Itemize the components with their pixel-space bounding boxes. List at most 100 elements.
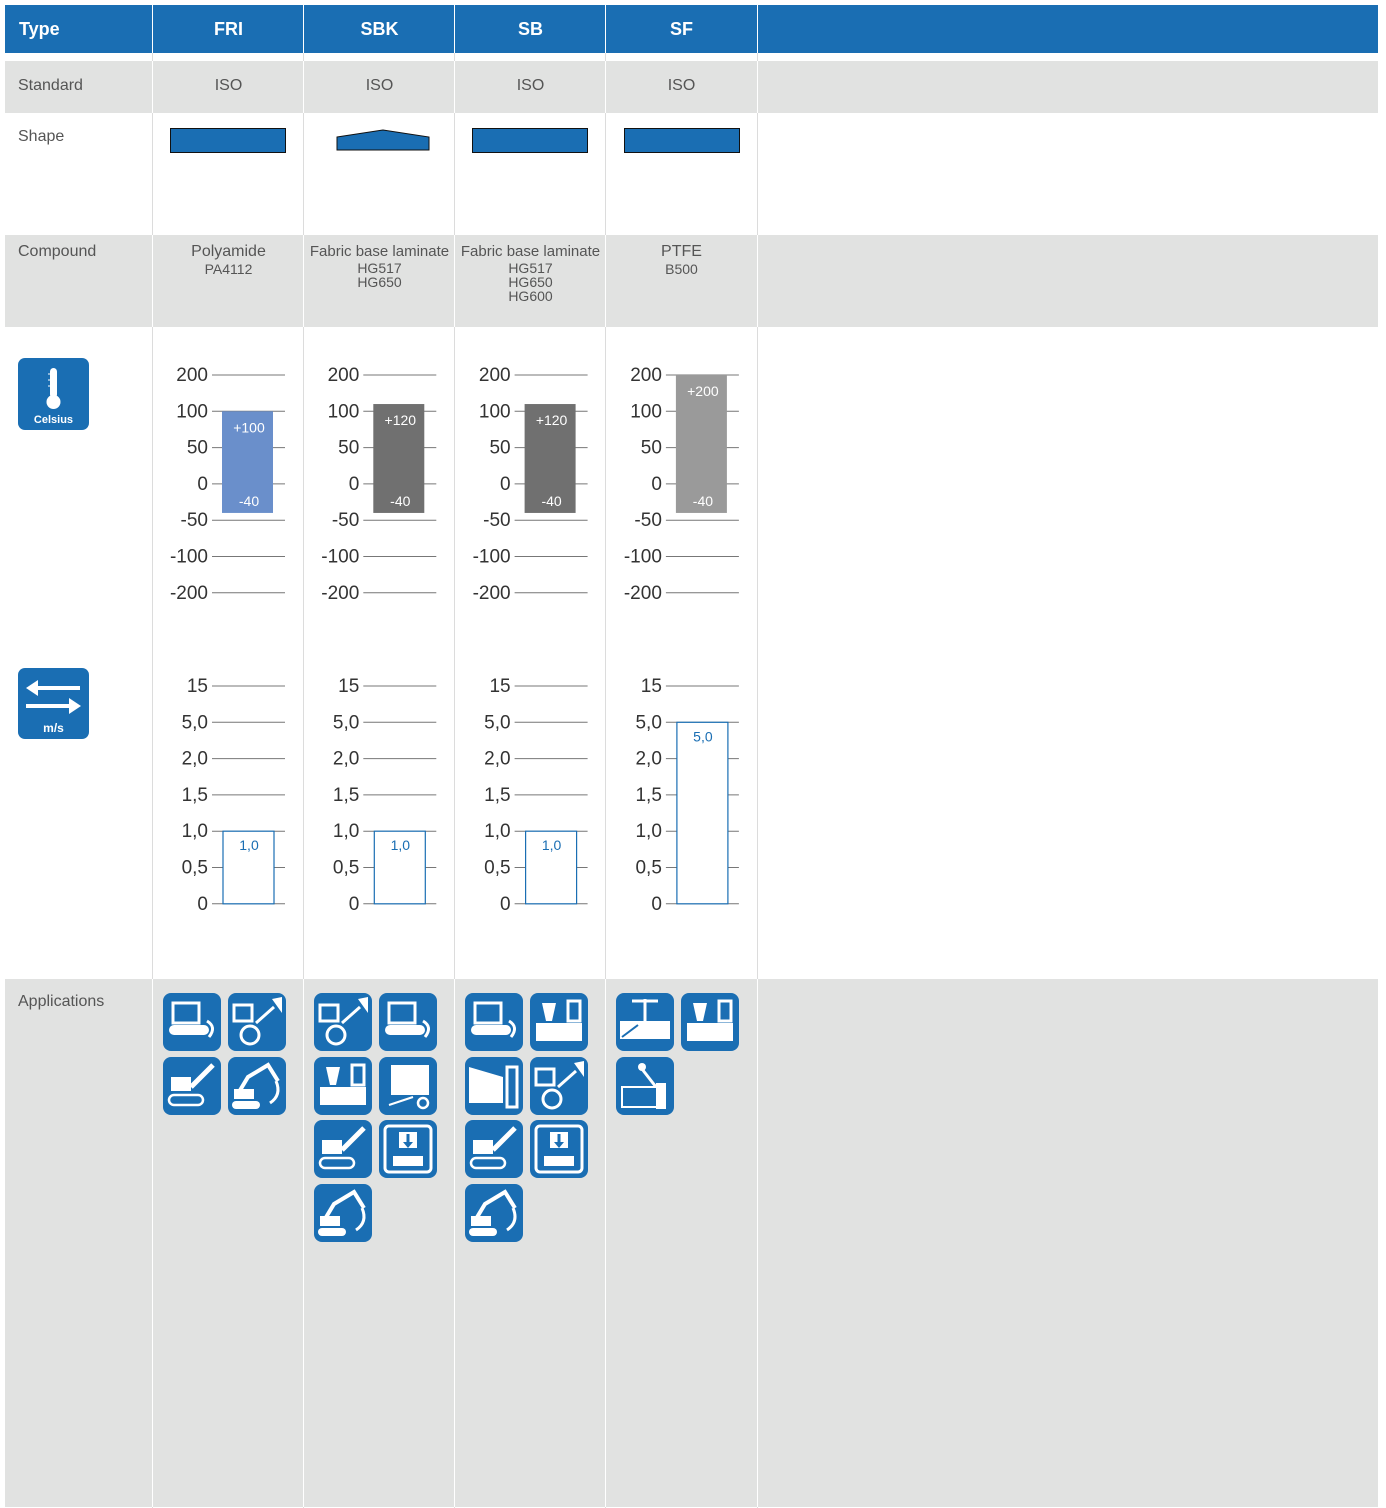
- tracked-loader-icon: [163, 1056, 221, 1115]
- crawler-dozer-icon: [379, 993, 437, 1051]
- header-col-sbk: SBK: [360, 19, 399, 39]
- valve-icon: [616, 993, 674, 1051]
- compound-sbk: Fabric base laminate HG517 HG650: [304, 243, 455, 289]
- temp-tick-label: 200: [176, 365, 208, 386]
- crawler-dozer-icon: [465, 993, 523, 1051]
- temperature-chart: 200 100 50 0 -50 -100 -200 +100 -40 200 100 50 0 -50 -…: [170, 365, 739, 604]
- tracked-loader-icon: [314, 1120, 372, 1178]
- speed-tick-label: 0: [197, 894, 208, 915]
- temp-tick-label: 50: [338, 438, 359, 459]
- speed-tick-label: 1,0: [182, 821, 208, 842]
- speed-tick-label: 0: [651, 894, 662, 915]
- speed-max-label: 1,0: [391, 837, 411, 853]
- temp-max-label: +120: [385, 412, 417, 428]
- speed-tick-label: 2,0: [635, 749, 661, 770]
- compound-codes: HG517 HG650: [357, 260, 402, 290]
- standard-sbk: ISO: [365, 77, 394, 94]
- temp-tick-label: -200: [170, 583, 208, 604]
- standard-sb: ISO: [516, 77, 545, 94]
- compound-codes: HG517 HG650 HG600: [508, 260, 553, 304]
- hydraulic-pump-icon: [616, 1056, 674, 1115]
- speed-tick-label: 5,0: [484, 712, 510, 733]
- temp-tick-label: -200: [624, 583, 662, 604]
- temp-tick-label: -200: [321, 583, 359, 604]
- speed-tick-label: 1,5: [635, 785, 661, 806]
- speed-tick-label: 5,0: [635, 712, 661, 733]
- temp-tick-label: 0: [651, 474, 662, 495]
- row-label-compound: Compound: [18, 243, 97, 260]
- speed-max-label: 5,0: [693, 728, 713, 744]
- speed-tick-label: 0: [500, 894, 511, 915]
- wheel-loader-icon: [530, 1056, 588, 1115]
- speed-tick-label: 15: [338, 676, 359, 697]
- compound-name: Fabric base laminate: [309, 243, 450, 260]
- speed-tick-label: 0,5: [635, 858, 661, 879]
- speed-max-label: 1,0: [239, 837, 259, 853]
- temp-tick-label: 50: [641, 438, 662, 459]
- wheel-loader-icon: [228, 993, 286, 1051]
- press-icon: [379, 1120, 437, 1178]
- temp-tick-label: 50: [187, 438, 208, 459]
- temp-tick-label: -100: [624, 547, 662, 568]
- header-type: Type: [19, 19, 60, 39]
- temp-tick-label: -200: [473, 583, 511, 604]
- temp-min-label: -40: [390, 493, 410, 509]
- thermometer-icon: Celsius: [18, 358, 89, 430]
- temp-tick-label: -100: [473, 547, 511, 568]
- temp-min-label: -40: [239, 493, 259, 509]
- speed-tick-label: 5,0: [333, 712, 359, 733]
- temp-tick-label: -50: [332, 510, 359, 531]
- injection-molding-icon: [681, 993, 739, 1051]
- speed-tick-label: 15: [641, 676, 662, 697]
- forklift-icon: [379, 1056, 437, 1115]
- speed-tick-label: 2,0: [484, 749, 510, 770]
- compound-sf: PTFE B500: [606, 243, 757, 276]
- temp-tick-label: -50: [181, 510, 208, 531]
- temp-tick-label: -100: [321, 547, 359, 568]
- speed-tick-label: 2,0: [182, 749, 208, 770]
- hydraulic-cylinder-icon: [465, 1056, 523, 1115]
- shape-sb: [472, 128, 588, 153]
- temp-tick-label: 100: [630, 401, 662, 422]
- crawler-dozer-icon: [163, 993, 221, 1051]
- header-col-sb: SB: [517, 19, 543, 39]
- temp-max-label: +120: [536, 412, 568, 428]
- speed-max-label: 1,0: [542, 837, 562, 853]
- temp-tick-label: 0: [197, 474, 208, 495]
- speed-tick-label: 0,5: [333, 858, 359, 879]
- speed-tick-label: 15: [489, 676, 510, 697]
- temp-max-label: +100: [233, 419, 265, 435]
- speed-tick-label: 1,5: [484, 785, 510, 806]
- press-icon: [530, 1120, 588, 1178]
- wheel-loader-icon: [314, 993, 372, 1051]
- compound-name: Fabric base laminate: [460, 243, 601, 260]
- tracked-loader-icon: [465, 1120, 523, 1178]
- shape-sbk: [336, 129, 430, 151]
- excavator-icon: [314, 1183, 372, 1242]
- injection-molding-icon: [314, 1056, 372, 1115]
- temp-max-label: +200: [687, 383, 719, 399]
- temp-tick-label: 50: [489, 438, 510, 459]
- temp-tick-label: 100: [479, 401, 511, 422]
- temp-tick-label: 200: [328, 365, 360, 386]
- speed-tick-label: 0,5: [182, 858, 208, 879]
- row-label-shape: Shape: [18, 128, 65, 145]
- compound-codes: B500: [665, 261, 698, 277]
- celsius-label: Celsius: [33, 414, 74, 426]
- standard-sf: ISO: [667, 77, 696, 94]
- temp-min-label: -40: [541, 493, 561, 509]
- excavator-icon: [228, 1056, 286, 1115]
- temp-tick-label: 0: [349, 474, 360, 495]
- shape-sf: [624, 128, 740, 153]
- row-label-standard: Standard: [18, 77, 83, 94]
- temp-tick-label: -50: [634, 510, 661, 531]
- speed-chart: 15 5,0 2,0 1,5 1,0 0,5 0 1,0 15 5,0 2,0 1,5 1,0 0,5 0 1…: [182, 676, 739, 915]
- speed-range-bar: [676, 721, 729, 905]
- excavator-icon: [465, 1183, 523, 1242]
- speed-tick-label: 1,5: [182, 785, 208, 806]
- temp-tick-label: -50: [483, 510, 510, 531]
- row-label-applications: Applications: [18, 993, 105, 1010]
- temp-tick-label: 200: [479, 365, 511, 386]
- compound-fri: Polyamide PA4112: [153, 243, 304, 276]
- standard-fri: ISO: [214, 77, 243, 94]
